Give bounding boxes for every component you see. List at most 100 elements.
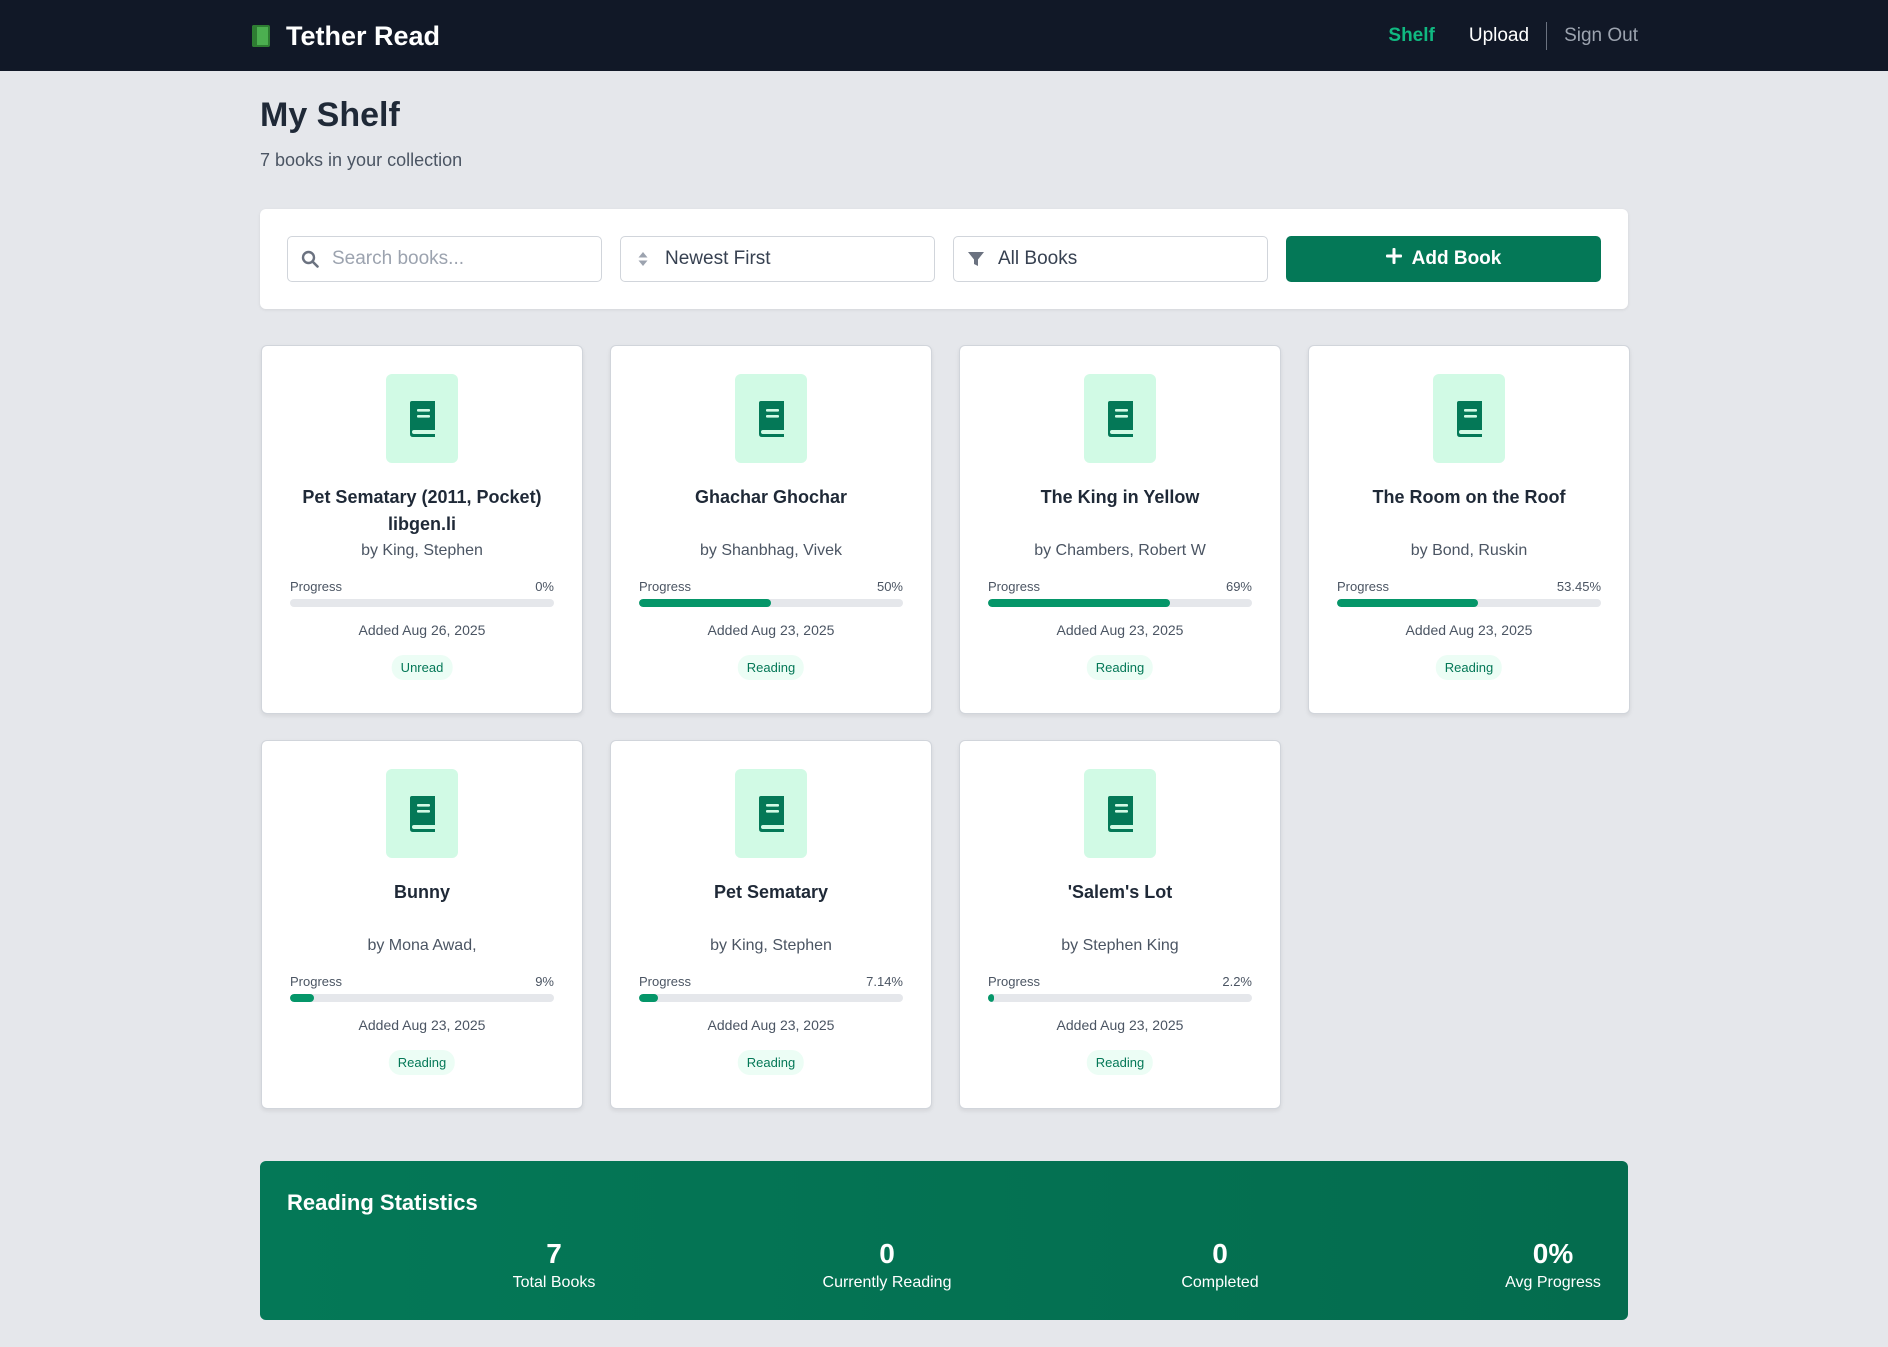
book-cover-icon (735, 374, 807, 463)
book-title: Pet Sematary (713, 882, 829, 902)
progress-row: Progress 69% (988, 579, 1252, 594)
progress-bar (290, 599, 554, 607)
filter-icon (954, 250, 998, 268)
book-title: Pet Sematary (2011, Pocket) libgen.li (302, 487, 542, 534)
added-date: Added Aug 23, 2025 (1056, 1017, 1184, 1033)
stat-value: 0 (879, 1238, 895, 1269)
progress-bar (290, 994, 554, 1002)
stat-label: Currently Reading (822, 1274, 952, 1291)
search-box (287, 236, 602, 282)
search-icon (288, 250, 332, 268)
book-card[interactable]: Pet Sematary (2011, Pocket) libgen.li by … (261, 345, 583, 714)
book-author: by Chambers, Robert W (1034, 542, 1206, 559)
progress-bar-fill (988, 994, 994, 1002)
search-input[interactable] (332, 248, 572, 270)
sort-select[interactable]: Newest First (620, 236, 935, 282)
app-title: Tether Read (286, 20, 441, 51)
book-author: by Shanbhag, Vivek (699, 542, 843, 559)
book-card[interactable]: The King in Yellow by Chambers, Robert W P… (959, 345, 1281, 714)
progress-label: Progress (639, 974, 692, 989)
progress-bar (639, 994, 903, 1002)
stat-completed: 0 Completed (1070, 1238, 1370, 1292)
book-author: by King, Stephen (361, 542, 483, 559)
book-title: 'Salem's Lot (1067, 882, 1173, 902)
book-card[interactable]: 'Salem's Lot by Stephen King Progress 2.2% A… (959, 740, 1281, 1109)
progress-bar-fill (290, 994, 314, 1002)
progress-value: 9% (535, 974, 554, 989)
progress-bar (1337, 599, 1601, 607)
added-date: Added Aug 23, 2025 (707, 1017, 835, 1033)
progress-row: Progress 7.14% (639, 974, 903, 989)
progress-label: Progress (988, 579, 1041, 594)
shelf-toolbar: Newest First All Books Add Book (260, 209, 1628, 309)
reading-statistics-panel: Reading Statistics 7 Total Books 0 Curre… (260, 1161, 1628, 1320)
status-badge: Reading (388, 1050, 456, 1075)
progress-label: Progress (290, 974, 343, 989)
book-title: Ghachar Ghochar (694, 487, 848, 507)
book-author: by Stephen King (1061, 937, 1179, 954)
progress-row: Progress 50% (639, 579, 903, 594)
progress-label: Progress (988, 974, 1041, 989)
stat-value: 0 (1212, 1238, 1228, 1269)
added-date: Added Aug 23, 2025 (1405, 622, 1533, 638)
progress-bar-fill (639, 599, 771, 607)
book-card[interactable]: Bunny by Mona Awad, Progress 9% Added Aug 23… (261, 740, 583, 1109)
book-author: by Mona Awad, (367, 937, 477, 954)
status-badge: Reading (737, 655, 805, 680)
book-cover-icon (386, 769, 458, 858)
book-cover-icon (1084, 374, 1156, 463)
progress-label: Progress (290, 579, 343, 594)
book-cover-icon (1433, 374, 1505, 463)
progress-row: Progress 0% (290, 579, 554, 594)
added-date: Added Aug 23, 2025 (1056, 622, 1184, 638)
page-title: My Shelf (260, 96, 400, 134)
stat-currently-reading: 0 Currently Reading (737, 1238, 1037, 1292)
progress-label: Progress (639, 579, 692, 594)
status-badge: Reading (1086, 655, 1154, 680)
book-title: Bunny (394, 882, 450, 902)
progress-value: 7.14% (866, 974, 903, 989)
filter-select[interactable]: All Books (953, 236, 1268, 282)
stat-label: Completed (1181, 1274, 1259, 1291)
status-badge: Reading (737, 1050, 805, 1075)
page-subtitle: 7 books in your collection (260, 150, 463, 170)
book-author: by Bond, Ruskin (1410, 542, 1528, 559)
sort-value: Newest First (665, 248, 771, 269)
nav-shelf-link[interactable]: Shelf (1371, 25, 1451, 47)
add-book-button[interactable]: Add Book (1286, 236, 1601, 282)
brand[interactable]: Tether Read (250, 18, 440, 54)
status-badge: Reading (1086, 1050, 1154, 1075)
progress-bar-fill (1337, 599, 1479, 607)
progress-label: Progress (1337, 579, 1390, 594)
stat-value: 0% (1532, 1238, 1574, 1269)
progress-row: Progress 2.2% (988, 974, 1252, 989)
green-book-icon (250, 24, 272, 48)
progress-value: 69% (1225, 579, 1252, 594)
progress-value: 50% (876, 579, 903, 594)
book-cover-icon (1084, 769, 1156, 858)
progress-bar (988, 994, 1252, 1002)
stats-title: Reading Statistics (287, 1190, 478, 1215)
progress-bar-fill (988, 599, 1171, 607)
progress-row: Progress 53.45% (1337, 579, 1601, 594)
book-card[interactable]: The Room on the Roof by Bond, Ruskin Progr… (1308, 345, 1630, 714)
book-author: by King, Stephen (710, 937, 832, 954)
sort-icon (621, 250, 665, 268)
book-title: The King in Yellow (1040, 487, 1200, 507)
status-badge: Unread (391, 655, 453, 680)
nav-upload-link[interactable]: Upload (1452, 25, 1546, 47)
book-card[interactable]: Ghachar Ghochar by Shanbhag, Vivek Progres… (610, 345, 932, 714)
book-title: The Room on the Roof (1372, 487, 1566, 507)
status-badge: Reading (1435, 655, 1503, 680)
filter-value: All Books (998, 248, 1078, 269)
top-navbar: Tether Read Shelf Upload Sign Out (0, 0, 1888, 71)
book-card[interactable]: Pet Sematary by King, Stephen Progress 7.14… (610, 740, 932, 1109)
progress-bar-fill (639, 994, 658, 1002)
progress-bar (639, 599, 903, 607)
progress-row: Progress 9% (290, 974, 554, 989)
stat-value: 7 (546, 1238, 562, 1269)
sign-out-link[interactable]: Sign Out (1547, 25, 1638, 47)
added-date: Added Aug 23, 2025 (358, 1017, 486, 1033)
progress-bar (988, 599, 1252, 607)
stat-avg-progress: 0% Avg Progress (1403, 1238, 1703, 1292)
